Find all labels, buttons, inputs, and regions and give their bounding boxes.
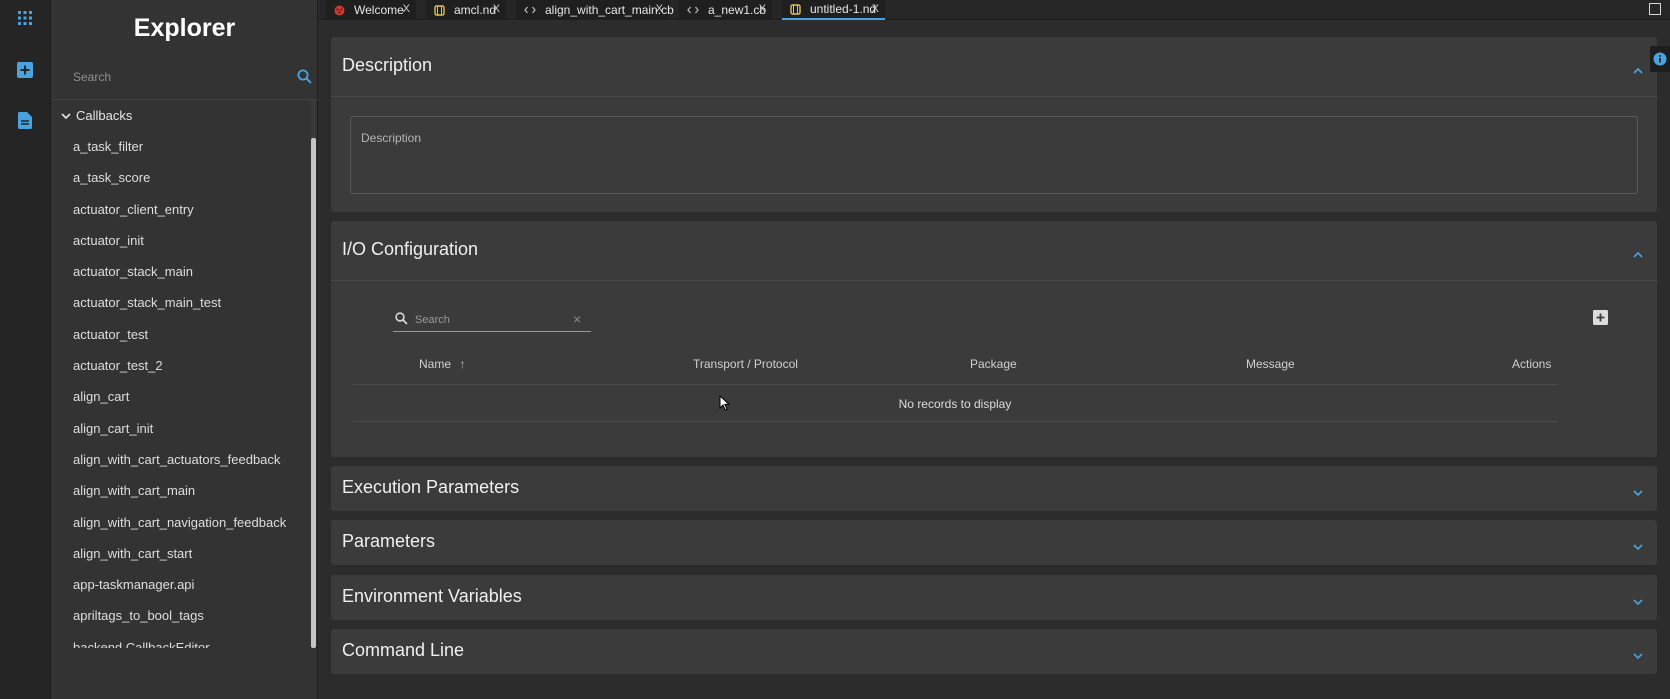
command-line-title[interactable]: Command Line <box>342 640 464 661</box>
parameters-panel[interactable]: Parameters <box>331 520 1657 565</box>
info-button[interactable] <box>1650 46 1670 72</box>
code-file-icon <box>524 6 536 14</box>
list-item[interactable]: align_with_cart_navigation_feedback <box>73 507 313 538</box>
close-icon[interactable]: X <box>656 3 663 15</box>
list-item[interactable]: actuator_client_entry <box>73 194 313 225</box>
mouse-cursor-icon <box>719 395 730 411</box>
chevron-down-icon <box>61 108 71 123</box>
editor-content: Description Description I/O Configuratio… <box>319 21 1670 699</box>
sidebar-scrollbar-thumb[interactable] <box>311 138 316 648</box>
column-header-transport[interactable]: Transport / Protocol <box>693 357 798 371</box>
tab-label: a_new1.cb <box>708 3 767 17</box>
list-item[interactable]: a_task_filter <box>73 131 313 162</box>
list-item[interactable]: app-taskmanager.api <box>73 569 313 600</box>
environment-variables-panel[interactable]: Environment Variables <box>331 575 1657 620</box>
table-bottom-divider <box>353 421 1557 422</box>
app-root: Explorer Callbacks a_task_filter a_task_… <box>0 0 1670 699</box>
ros-logo-icon <box>334 5 345 16</box>
list-item[interactable]: align_with_cart_main <box>73 475 313 506</box>
column-header-actions: Actions <box>1512 357 1552 371</box>
sidebar-divider <box>51 99 318 100</box>
tab-label: Welcome <box>354 3 404 17</box>
info-icon <box>1653 52 1667 66</box>
list-item[interactable]: align_with_cart_actuators_feedback <box>73 444 313 475</box>
panel-divider <box>331 280 1657 281</box>
list-item[interactable]: actuator_init <box>73 225 313 256</box>
explorer-title: Explorer <box>133 14 236 42</box>
explorer-search-input[interactable] <box>73 66 273 88</box>
code-file-icon <box>687 6 699 14</box>
chevron-down-icon[interactable] <box>1633 593 1643 611</box>
apps-grid-icon[interactable] <box>13 6 37 30</box>
explorer-sidebar: Explorer Callbacks a_task_filter a_task_… <box>51 0 318 699</box>
chevron-down-icon[interactable] <box>1633 647 1643 665</box>
clear-search-icon[interactable]: × <box>573 311 581 327</box>
column-header-name[interactable]: Name ↑ <box>419 357 465 371</box>
close-icon[interactable]: X <box>493 3 500 15</box>
list-item[interactable]: apriltags_to_bool_tags <box>73 600 313 631</box>
chevron-down-icon[interactable] <box>1633 538 1643 556</box>
add-row-button[interactable] <box>1593 310 1609 326</box>
tab-amcl[interactable]: amcl.nd X <box>426 0 506 20</box>
search-icon[interactable] <box>297 69 312 89</box>
list-item[interactable]: actuator_stack_main <box>73 256 313 287</box>
maximize-icon[interactable] <box>1649 3 1661 15</box>
environment-variables-title[interactable]: Environment Variables <box>342 586 522 607</box>
node-file-icon <box>790 3 801 15</box>
activity-bar <box>0 0 51 699</box>
column-header-message[interactable]: Message <box>1246 357 1295 371</box>
column-header-name-label: Name <box>419 357 452 371</box>
io-search: × <box>393 309 591 332</box>
description-panel: Description Description <box>331 37 1657 212</box>
close-icon[interactable]: X <box>872 3 879 15</box>
list-item[interactable]: backend.CallbackEditor <box>73 632 313 648</box>
add-box-icon[interactable] <box>13 58 37 82</box>
chevron-down-icon[interactable] <box>1633 484 1643 502</box>
node-file-icon <box>434 4 445 16</box>
empty-table-message: No records to display <box>898 397 1012 411</box>
tab-untitled-1[interactable]: untitled-1.nd X <box>782 0 885 20</box>
tab-welcome[interactable]: Welcome X <box>326 0 416 20</box>
command-line-panel[interactable]: Command Line <box>331 629 1657 674</box>
parameters-title[interactable]: Parameters <box>342 531 435 552</box>
chevron-up-icon[interactable] <box>1633 61 1643 79</box>
tab-label: amcl.nd <box>454 3 497 17</box>
tab-align-with-cart-main[interactable]: align_with_cart_main.cb X <box>516 0 674 20</box>
list-item[interactable]: align_cart <box>73 381 313 412</box>
callbacks-list: a_task_filter a_task_score actuator_clie… <box>73 131 313 648</box>
list-item[interactable]: a_task_score <box>73 162 313 193</box>
close-icon[interactable]: X <box>759 3 766 15</box>
table-header-divider <box>353 384 1557 385</box>
search-icon <box>395 312 408 330</box>
callbacks-section-label: Callbacks <box>76 107 133 123</box>
callbacks-section-header[interactable]: Callbacks <box>61 104 132 126</box>
tab-a-new1[interactable]: a_new1.cb X <box>679 0 772 20</box>
io-panel-title[interactable]: I/O Configuration <box>342 239 478 260</box>
panel-divider <box>331 96 1657 97</box>
execution-parameters-panel[interactable]: Execution Parameters <box>331 466 1657 511</box>
execution-parameters-title[interactable]: Execution Parameters <box>342 477 519 498</box>
list-item[interactable]: align_with_cart_start <box>73 538 313 569</box>
list-item[interactable]: actuator_test_2 <box>73 350 313 381</box>
chevron-up-icon[interactable] <box>1633 245 1643 263</box>
description-field[interactable]: Description <box>350 116 1638 194</box>
list-item[interactable]: actuator_test <box>73 319 313 350</box>
list-item[interactable]: align_cart_init <box>73 413 313 444</box>
description-field-label: Description <box>361 131 422 145</box>
explorer-search <box>73 66 312 88</box>
description-panel-title[interactable]: Description <box>342 55 432 76</box>
add-box-icon <box>1593 310 1608 325</box>
tab-label: align_with_cart_main.cb <box>545 3 674 17</box>
list-item[interactable]: actuator_stack_main_test <box>73 287 313 318</box>
editor-tab-bar: Welcome X amcl.nd X align_with_cart_main… <box>319 0 1670 20</box>
sort-ascending-icon[interactable]: ↑ <box>459 357 465 371</box>
close-icon[interactable]: X <box>403 3 410 15</box>
tab-label: untitled-1.nd <box>810 2 877 16</box>
document-icon[interactable] <box>13 108 37 132</box>
column-header-package[interactable]: Package <box>970 357 1017 371</box>
io-search-input[interactable] <box>415 311 565 329</box>
